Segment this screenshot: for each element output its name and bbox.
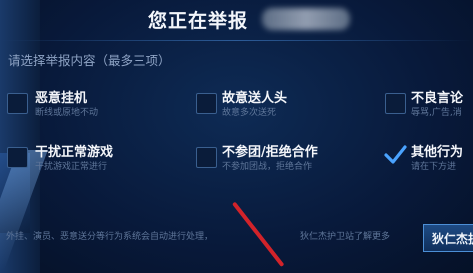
checkmark-icon (384, 145, 407, 164)
option-desc: 请在下方进 (411, 162, 457, 172)
option-label: 不良言论 (411, 91, 464, 106)
checkbox-afk[interactable] (7, 93, 28, 114)
checkbox-feeding[interactable] (196, 93, 217, 114)
option-label: 恶意挂机 (35, 91, 88, 106)
checkbox-other[interactable] (383, 143, 407, 167)
option-desc: 故意多次送死 (222, 108, 277, 118)
guard-station-button[interactable]: 狄仁杰护 (423, 224, 473, 252)
option-label: 故意送人头 (222, 91, 288, 106)
option-label: 干扰正常游戏 (35, 145, 114, 160)
option-desc: 不参加团战，拒绝合作 (222, 162, 313, 172)
footer-hint: 外挂、演员、恶意送分等行为系统会自动进行处理， (6, 232, 214, 242)
reported-player-name-blurred (262, 8, 350, 30)
dialog-title: 您正在举报 (148, 10, 249, 32)
option-label: 其他行为 (411, 145, 464, 160)
option-label: 不参团/拒绝合作 (222, 145, 318, 160)
checkbox-disrupt-game[interactable] (7, 147, 28, 168)
option-desc: 辱骂,广告,消 (411, 108, 462, 118)
footer-hint-link[interactable]: 狄仁杰护卫站了解更多 (300, 229, 390, 242)
option-desc: 断线或原地不动 (35, 108, 99, 118)
checkbox-verbal-abuse[interactable] (385, 93, 406, 114)
option-desc: 干扰游戏正常进行 (35, 162, 108, 172)
header-divider (0, 40, 473, 41)
dialog-subtitle: 请选择举报内容（最多三项） (8, 53, 171, 68)
checkbox-no-teamwork[interactable] (196, 147, 217, 168)
dialog-header: 您正在举报 (50, 0, 423, 36)
